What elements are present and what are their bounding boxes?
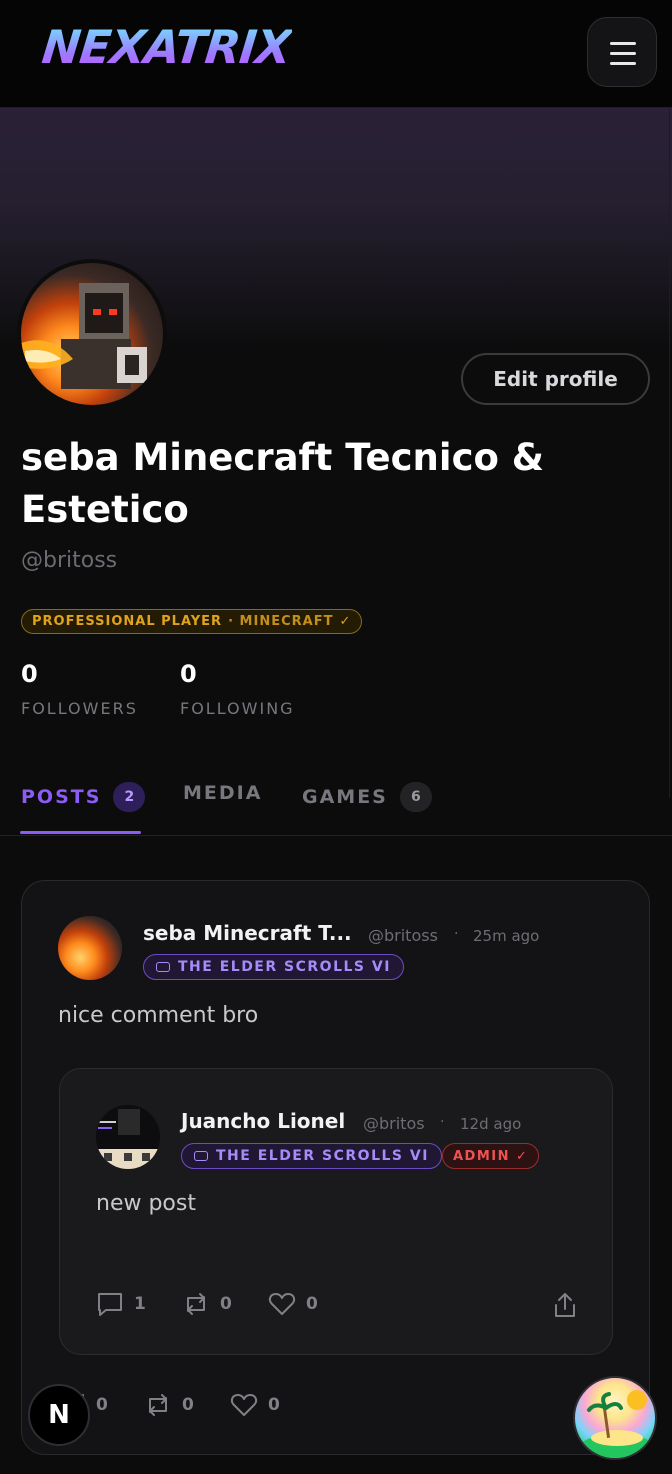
quoted-game-badge[interactable]: THE ELDER SCROLLS VI <box>181 1143 442 1169</box>
tab-games[interactable]: GAMES 6 <box>302 782 432 812</box>
avatar-image <box>21 283 147 389</box>
share-icon <box>555 1293 575 1317</box>
heart-icon <box>230 1394 258 1416</box>
post-card[interactable]: seba Minecraft T... @britoss · 25m ago T… <box>21 880 650 1455</box>
island-avatar-button[interactable] <box>573 1376 657 1460</box>
post-like-button[interactable]: 0 <box>230 1392 280 1418</box>
repost-icon <box>187 1293 205 1315</box>
quoted-share-button[interactable] <box>553 1291 577 1319</box>
quoted-post[interactable]: Juancho Lionel @britos · 12d ago THE ELD… <box>59 1068 613 1355</box>
followers-count[interactable]: 0 <box>21 660 38 688</box>
tab-media[interactable]: MEDIA <box>183 782 262 804</box>
active-tab-indicator <box>20 831 141 834</box>
following-label[interactable]: FOLLOWING <box>180 699 295 718</box>
quoted-author-avatar[interactable] <box>96 1105 160 1169</box>
top-bar: NEXATRIX <box>0 0 672 108</box>
edit-profile-button[interactable]: Edit profile <box>461 353 650 405</box>
quoted-like-button[interactable]: 0 <box>268 1291 318 1317</box>
quoted-author-name[interactable]: Juancho Lionel <box>181 1109 345 1133</box>
heart-icon <box>268 1293 296 1315</box>
post-timestamp: 25m ago <box>473 927 540 945</box>
gamepad-icon <box>156 962 170 972</box>
profile-display-name: seba Minecraft Tecnico & Estetico <box>21 436 545 531</box>
profile-handle: @britoss <box>21 548 118 573</box>
menu-button[interactable] <box>587 17 657 87</box>
verified-check-icon: ✓ <box>339 614 352 629</box>
hamburger-icon <box>610 42 636 45</box>
post-author-handle[interactable]: @britoss <box>368 926 438 945</box>
quoted-comment-button[interactable]: 1 <box>96 1291 146 1317</box>
games-count-badge: 6 <box>399 782 432 812</box>
tab-posts[interactable]: POSTS 2 <box>21 782 146 812</box>
quoted-author-handle[interactable]: @britos <box>363 1114 425 1133</box>
admin-check-icon: ✓ <box>516 1148 529 1164</box>
quoted-timestamp: 12d ago <box>460 1115 522 1133</box>
post-text: nice comment bro <box>58 1003 259 1028</box>
post-repost-button[interactable]: 0 <box>144 1392 194 1418</box>
quoted-repost-button[interactable]: 0 <box>182 1291 232 1317</box>
following-count[interactable]: 0 <box>180 660 197 688</box>
posts-count-badge: 2 <box>113 782 146 812</box>
nexatrix-logo[interactable]: NEXATRIX <box>39 20 293 80</box>
comment-icon <box>98 1293 122 1316</box>
repost-icon <box>149 1394 167 1416</box>
quoted-post-text: new post <box>96 1191 196 1216</box>
profile-avatar[interactable] <box>17 259 167 409</box>
gamepad-icon <box>194 1151 208 1161</box>
role-badge: PROFESSIONAL PLAYER · MINECRAFT ✓ <box>21 609 363 634</box>
post-author-avatar[interactable] <box>58 916 122 980</box>
followers-label[interactable]: FOLLOWERS <box>21 699 138 718</box>
post-game-badge[interactable]: THE ELDER SCROLLS VI <box>143 954 404 980</box>
island-icon <box>579 1390 655 1458</box>
post-author-name[interactable]: seba Minecraft T... <box>143 921 352 945</box>
nextjs-dev-button[interactable]: N <box>28 1384 90 1446</box>
admin-badge: ADMIN ✓ <box>442 1143 540 1169</box>
profile-tabs: POSTS 2 MEDIA GAMES 6 <box>0 770 672 836</box>
